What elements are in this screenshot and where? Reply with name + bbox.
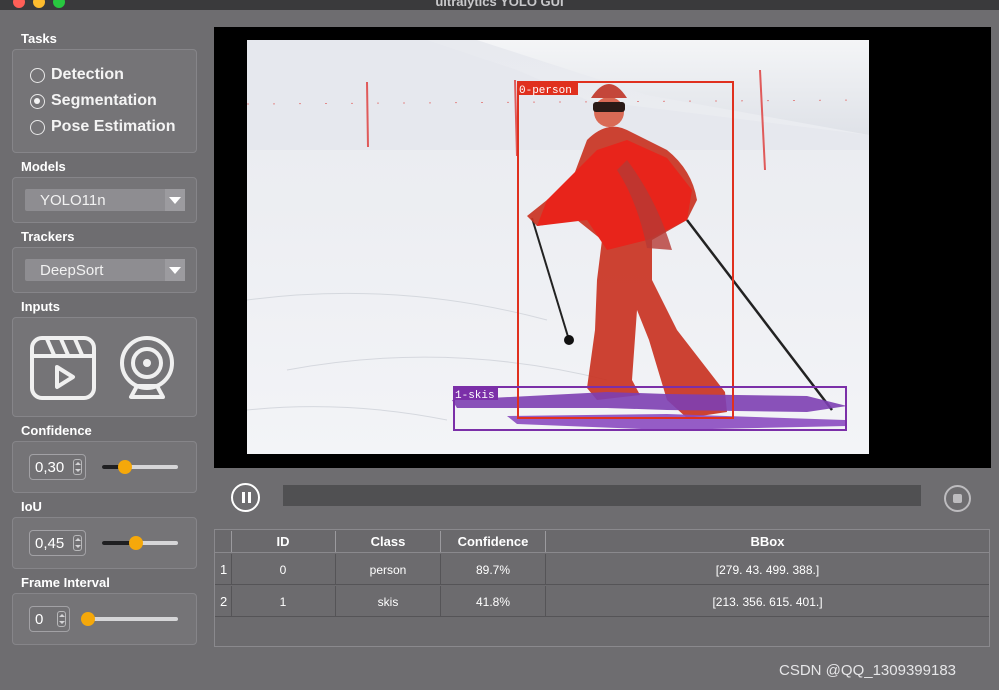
video-progress-bar[interactable] bbox=[283, 485, 921, 506]
webcam-icon[interactable] bbox=[117, 335, 177, 401]
frame-interval-group: 0 bbox=[12, 593, 197, 645]
frame-interval-value: 0 bbox=[35, 611, 44, 628]
cell-id: 1 bbox=[279, 595, 287, 609]
stepper-arrows-icon[interactable] bbox=[57, 611, 66, 627]
cell-class: skis bbox=[377, 595, 399, 609]
radio-button[interactable] bbox=[30, 119, 45, 135]
column-header-class[interactable]: Class bbox=[336, 534, 440, 549]
tracker-select-value: DeepSort bbox=[40, 262, 104, 279]
confidence-group: 0,30 bbox=[12, 441, 197, 493]
iou-group: 0,45 bbox=[12, 517, 197, 569]
task-option-detection[interactable]: Detection bbox=[30, 66, 124, 84]
column-header-id[interactable]: ID bbox=[231, 534, 335, 549]
models-title: Models bbox=[21, 159, 66, 174]
table-row[interactable]: 2 1 skis 41.8% [213. 356. 615. 401.] bbox=[215, 586, 989, 617]
results-table: ID Class Confidence BBox 1 0 person 89.7… bbox=[214, 529, 990, 647]
task-option-label: Pose Estimation bbox=[51, 118, 176, 135]
task-option-label: Segmentation bbox=[51, 92, 157, 109]
stepper-arrows-icon[interactable] bbox=[73, 459, 82, 475]
trackers-title: Trackers bbox=[21, 229, 75, 244]
iou-slider[interactable] bbox=[102, 535, 178, 551]
iou-title: IoU bbox=[21, 499, 42, 514]
slider-handle[interactable] bbox=[117, 460, 132, 474]
frame-interval-spinbox[interactable]: 0 bbox=[29, 606, 70, 632]
person-label: 0-person bbox=[519, 85, 572, 97]
column-header-confidence[interactable]: Confidence bbox=[441, 534, 545, 549]
iou-spinbox[interactable]: 0,45 bbox=[29, 530, 86, 556]
chevron-down-icon[interactable] bbox=[165, 189, 185, 211]
confidence-title: Confidence bbox=[21, 423, 92, 438]
slider-handle[interactable] bbox=[81, 612, 95, 626]
inputs-group bbox=[12, 317, 197, 417]
row-number: 1 bbox=[220, 562, 228, 577]
title-bar: ultralytics YOLO GUI bbox=[0, 0, 999, 10]
cell-id: 0 bbox=[279, 563, 287, 577]
stepper-arrows-icon[interactable] bbox=[73, 535, 82, 551]
skis-label: 1-skis bbox=[455, 390, 495, 402]
column-header-bbox[interactable]: BBox bbox=[546, 534, 989, 549]
video-display: 0-person 1-skis bbox=[214, 27, 991, 468]
confidence-spinbox[interactable]: 0,30 bbox=[29, 454, 86, 480]
video-file-icon[interactable] bbox=[29, 335, 97, 401]
task-option-segmentation[interactable]: Segmentation bbox=[30, 92, 157, 110]
radio-button[interactable] bbox=[30, 67, 45, 83]
task-option-label: Detection bbox=[51, 66, 124, 83]
slider-track bbox=[88, 617, 178, 621]
chevron-down-icon[interactable] bbox=[165, 259, 185, 281]
iou-value: 0,45 bbox=[35, 535, 65, 552]
table-row[interactable]: 1 0 person 89.7% [279. 43. 499. 388.] bbox=[215, 554, 989, 585]
frame-interval-title: Frame Interval bbox=[21, 575, 110, 590]
tracker-select[interactable]: DeepSort bbox=[25, 259, 185, 281]
cell-bbox: [279. 43. 499. 388.] bbox=[715, 563, 820, 577]
confidence-slider[interactable] bbox=[102, 459, 178, 475]
pause-button[interactable] bbox=[231, 483, 260, 512]
tasks-title: Tasks bbox=[21, 31, 57, 46]
model-select[interactable]: YOLO11n bbox=[25, 189, 185, 211]
radio-button-checked[interactable] bbox=[30, 93, 45, 109]
table-header: ID Class Confidence BBox bbox=[215, 530, 989, 553]
watermark: CSDN @QQ_1309399183 bbox=[779, 662, 956, 679]
frame-interval-slider[interactable] bbox=[81, 611, 178, 627]
row-number: 2 bbox=[220, 594, 228, 609]
stop-button[interactable] bbox=[944, 485, 971, 512]
window-title: ultralytics YOLO GUI bbox=[435, 0, 564, 9]
cell-class: person bbox=[369, 563, 407, 577]
models-group: YOLO11n bbox=[12, 177, 197, 223]
video-frame-image: 0-person 1-skis bbox=[247, 40, 869, 454]
cell-confidence: 41.8% bbox=[475, 595, 511, 609]
task-option-pose-estimation[interactable]: Pose Estimation bbox=[30, 118, 175, 136]
slider-handle[interactable] bbox=[129, 536, 144, 550]
tasks-group: Detection Segmentation Pose Estimation bbox=[12, 49, 197, 153]
inputs-title: Inputs bbox=[21, 299, 60, 314]
cell-confidence: 89.7% bbox=[475, 563, 511, 577]
confidence-value: 0,30 bbox=[35, 459, 65, 476]
trackers-group: DeepSort bbox=[12, 247, 197, 293]
cell-bbox: [213. 356. 615. 401.] bbox=[712, 595, 823, 609]
model-select-value: YOLO11n bbox=[40, 192, 106, 209]
